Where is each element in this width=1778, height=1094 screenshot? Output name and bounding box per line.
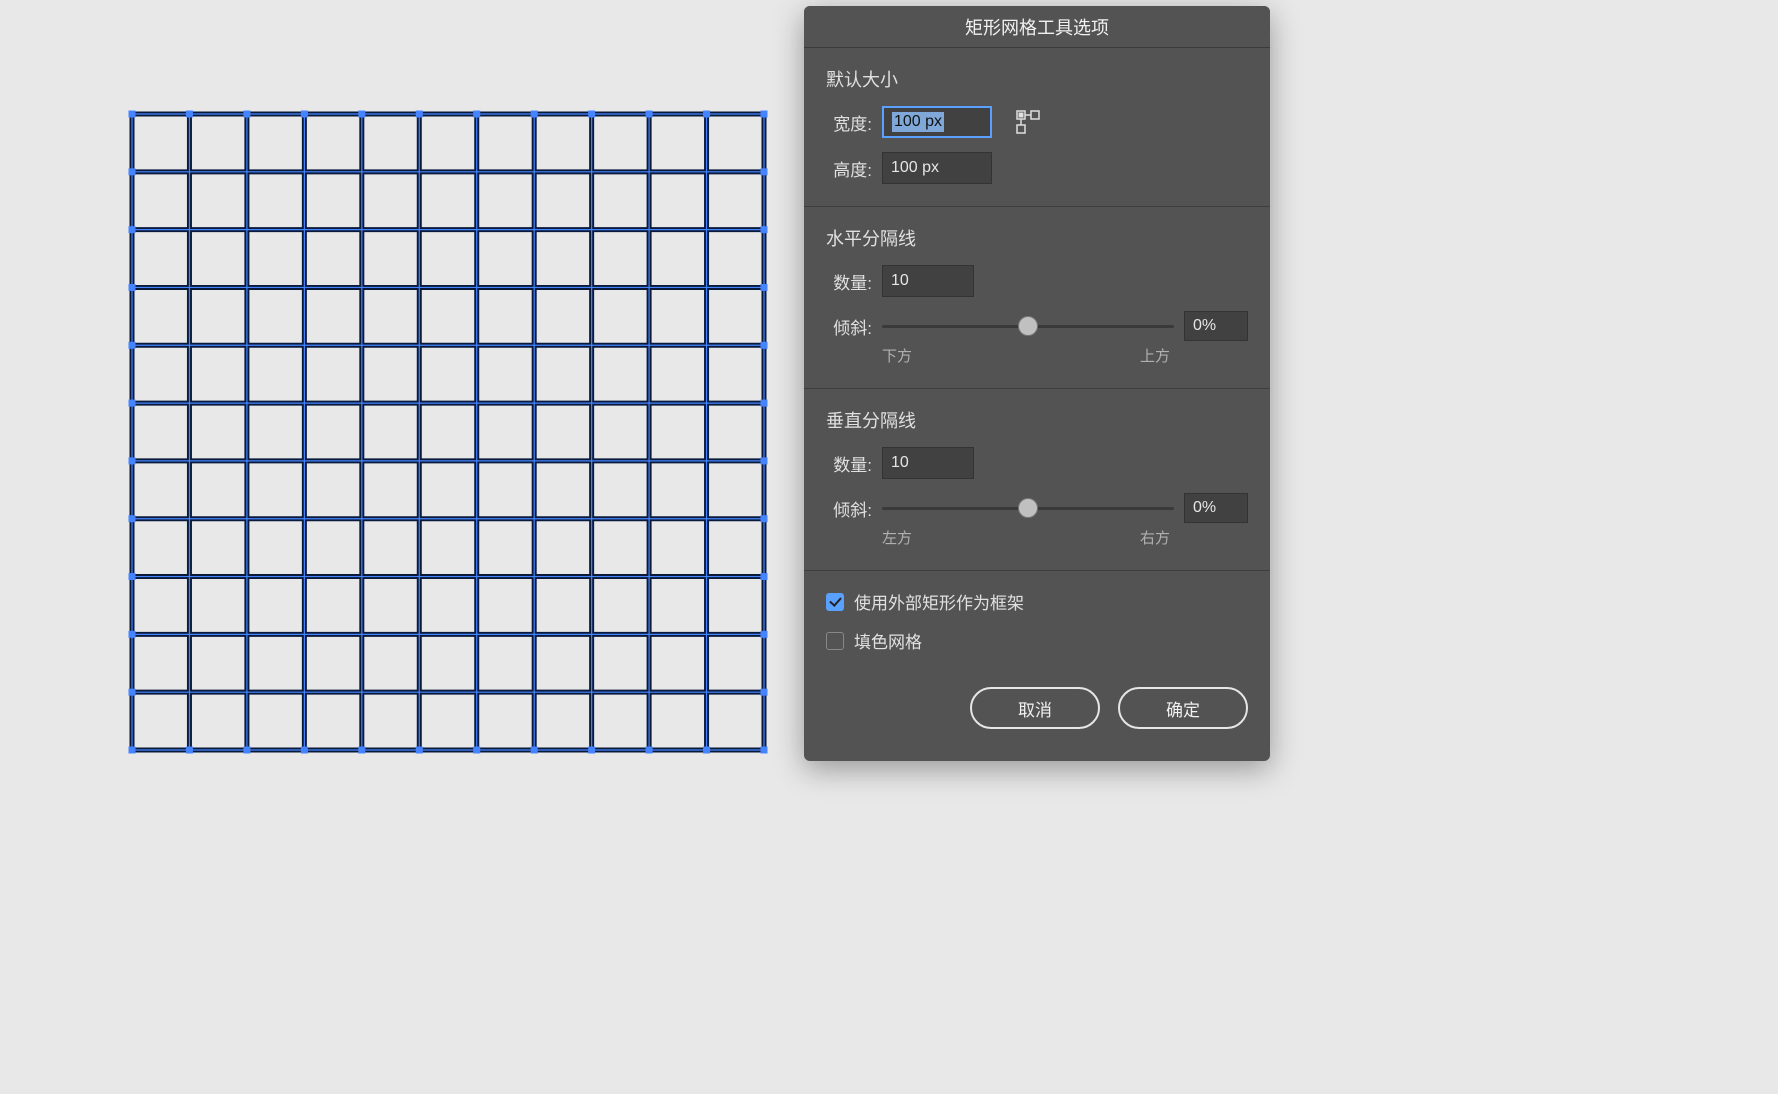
vskew-slider[interactable] [882, 493, 1174, 523]
canvas-rectangular-grid[interactable] [126, 108, 770, 756]
use-outer-rect-checkbox[interactable] [826, 593, 844, 611]
hcount-field[interactable]: 10 [882, 265, 974, 297]
dialog-buttons: 取消 确定 [804, 677, 1270, 743]
use-outer-rect-label: 使用外部矩形作为框架 [854, 589, 1024, 614]
height-field[interactable]: 100 px [882, 152, 992, 184]
section-heading: 默认大小 [826, 66, 1248, 92]
vskew-max-label: 右方 [1140, 527, 1170, 548]
hskew-min-label: 下方 [882, 345, 912, 366]
slider-thumb[interactable] [1018, 316, 1038, 336]
vskew-min-label: 左方 [882, 527, 912, 548]
vskew-value-field[interactable]: 0% [1184, 493, 1248, 523]
ok-button[interactable]: 确定 [1118, 687, 1248, 729]
hcount-label: 数量: [826, 269, 872, 294]
hskew-max-label: 上方 [1140, 345, 1170, 366]
hskew-slider[interactable] [882, 311, 1174, 341]
hskew-label: 倾斜: [826, 314, 872, 339]
rectangular-grid-options-dialog: 矩形网格工具选项 默认大小 宽度: 100 px [804, 6, 1270, 761]
reference-point-icon[interactable] [1014, 108, 1042, 136]
cancel-button[interactable]: 取消 [970, 687, 1100, 729]
grid-artwork [126, 108, 770, 756]
fill-grid-checkbox[interactable] [826, 632, 844, 650]
vskew-label: 倾斜: [826, 496, 872, 521]
section-heading: 垂直分隔线 [826, 407, 1248, 433]
width-field[interactable]: 100 px [882, 106, 992, 138]
hskew-value-field[interactable]: 0% [1184, 311, 1248, 341]
section-options: 使用外部矩形作为框架 填色网格 [804, 571, 1270, 677]
fill-grid-label: 填色网格 [854, 628, 922, 653]
dialog-body: 默认大小 宽度: 100 px 高度: 100 px [804, 48, 1270, 761]
vcount-label: 数量: [826, 451, 872, 476]
section-vertical-dividers: 垂直分隔线 数量: 10 倾斜: 0% 左方 右方 [804, 389, 1270, 571]
width-label: 宽度: [826, 110, 872, 135]
section-horizontal-dividers: 水平分隔线 数量: 10 倾斜: 0% 下方 上方 [804, 207, 1270, 389]
dialog-title: 矩形网格工具选项 [804, 6, 1270, 48]
section-default-size: 默认大小 宽度: 100 px 高度: 100 px [804, 48, 1270, 207]
section-heading: 水平分隔线 [826, 225, 1248, 251]
height-label: 高度: [826, 156, 872, 181]
slider-thumb[interactable] [1018, 498, 1038, 518]
vcount-field[interactable]: 10 [882, 447, 974, 479]
